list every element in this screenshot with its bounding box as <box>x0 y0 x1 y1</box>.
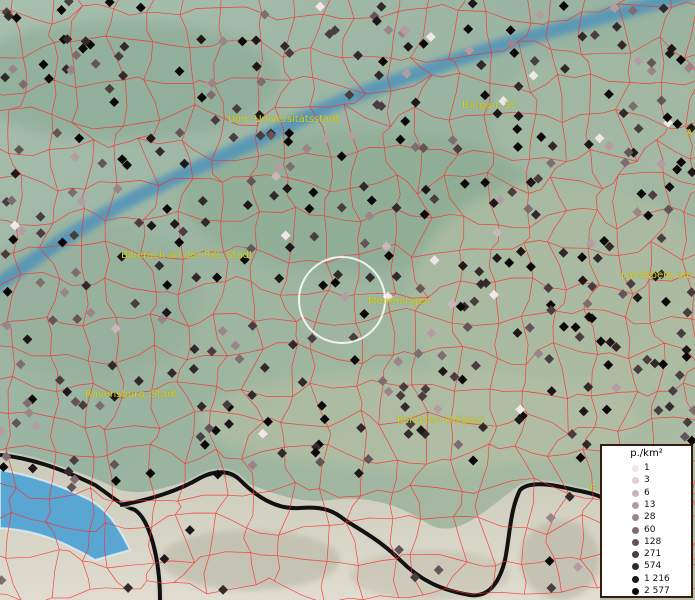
legend-swatch <box>632 551 639 559</box>
place-label-burgau: Burgau, St <box>462 100 515 111</box>
legend-label: 60 <box>644 524 656 535</box>
legend-swatch <box>632 588 639 595</box>
legend-swatch <box>632 526 639 534</box>
legend-label: 1 <box>644 463 650 473</box>
legend-label: 6 <box>644 487 650 498</box>
legend-label: 1 216 <box>644 573 670 584</box>
legend-swatch <box>632 575 639 583</box>
place-label-ravensburg: Ravensburg, Stadt <box>85 389 178 400</box>
legend-label: 28 <box>644 512 656 523</box>
legend-swatch <box>632 563 639 571</box>
legend-swatch <box>632 514 639 522</box>
legend-row: 60 <box>602 525 691 536</box>
legend-row: 13 <box>602 500 691 511</box>
legend-swatch <box>632 538 639 546</box>
density-legend: p./km² 1 3 6 13 28 60 128 271 574 1 216 2 577 <box>600 444 693 598</box>
legend-row: 271 <box>602 549 691 560</box>
legend-label: 13 <box>644 499 656 510</box>
legend-label: 2 577 <box>644 586 670 596</box>
legend-row: 3 <box>602 475 691 486</box>
place-label-landsberg: Landsberg am <box>621 270 693 281</box>
legend-row: 1 <box>602 463 691 474</box>
legend-label: 128 <box>644 536 662 547</box>
legend-swatch <box>632 489 639 497</box>
legend-label: 3 <box>644 475 650 486</box>
legend-row: 128 <box>602 537 691 548</box>
place-label-edge-a: A <box>686 128 693 139</box>
legend-row: 1 216 <box>602 574 691 585</box>
legend-swatch <box>632 465 639 472</box>
legend-row: 574 <box>602 561 691 572</box>
place-label-memmingen: Memmingen <box>368 296 431 307</box>
map-canvas[interactable] <box>0 0 695 600</box>
place-label-biberach: Biberach an der Riß, Stadt <box>121 250 253 261</box>
legend-row: 6 <box>602 488 691 499</box>
place-label-edge-f: F <box>590 483 596 494</box>
legend-swatch <box>632 477 639 485</box>
legend-label: 574 <box>644 561 662 572</box>
place-label-kempten: Kempten (Allgäu) <box>397 415 484 426</box>
legend-label: 271 <box>644 549 662 560</box>
legend-row: 2 577 <box>602 586 691 597</box>
legend-row: 28 <box>602 512 691 523</box>
legend-title: p./km² <box>630 448 663 459</box>
legend-swatch <box>632 501 639 509</box>
place-label-ulm: Ulm, Universitätsstadt <box>228 114 340 125</box>
